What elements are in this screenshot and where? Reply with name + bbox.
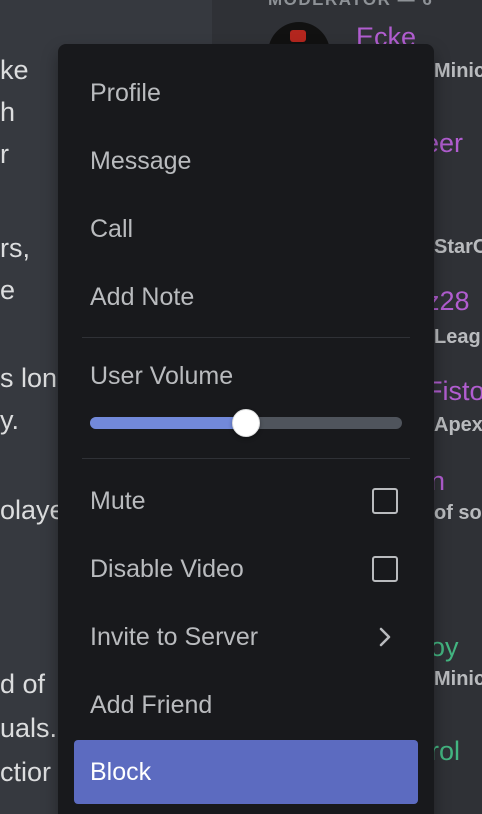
member-name[interactable]: Fisto	[426, 376, 482, 407]
menu-item-invite-to-server[interactable]: Invite to Server	[74, 608, 418, 666]
chat-text-fragment: ke	[0, 55, 29, 85]
menu-item-label: Block	[90, 757, 152, 786]
user-volume-slider[interactable]	[90, 409, 402, 437]
chat-text-fragment: y.	[0, 405, 19, 435]
chat-text-fragment: rs,	[0, 233, 30, 263]
member-activity: StarC	[434, 236, 482, 258]
member-name[interactable]: rol	[430, 736, 460, 767]
menu-separator	[82, 337, 410, 338]
menu-item-label: Message	[90, 146, 192, 175]
chat-text-fragment: s lon	[0, 363, 58, 393]
member-activity: Minic	[434, 668, 482, 690]
user-context-menu: Profile Message Call Add Note User Volum…	[58, 44, 434, 814]
member-activity: Leag	[434, 326, 481, 348]
chat-text-fragment: olaye	[0, 495, 65, 525]
menu-item-label: Add Friend	[90, 690, 213, 719]
menu-item-add-friend[interactable]: Add Friend	[74, 676, 418, 734]
menu-item-label: Add Note	[90, 282, 195, 311]
user-volume-slider-thumb[interactable]	[232, 409, 260, 437]
menu-item-label: Profile	[90, 78, 161, 107]
chat-text-fragment: d of	[0, 669, 46, 699]
member-activity: of so	[434, 502, 482, 524]
member-section-header: MODERATOR — 6	[268, 0, 433, 10]
menu-item-label: Disable Video	[90, 554, 244, 583]
menu-item-mute[interactable]: Mute	[74, 472, 418, 530]
user-volume-slider-fill	[90, 417, 246, 429]
menu-item-disable-video[interactable]: Disable Video	[74, 540, 418, 598]
member-activity: Minic	[434, 60, 482, 82]
menu-separator	[82, 458, 410, 459]
menu-item-add-note[interactable]: Add Note	[74, 268, 418, 326]
checkbox-icon[interactable]	[372, 556, 398, 582]
chevron-right-icon	[372, 624, 398, 650]
chat-text-fragment: e	[0, 275, 16, 305]
checkbox-icon[interactable]	[372, 488, 398, 514]
menu-item-profile[interactable]: Profile	[74, 64, 418, 122]
menu-item-message[interactable]: Message	[74, 132, 418, 190]
user-volume-label: User Volume	[90, 362, 234, 390]
chat-text-fragment: r	[0, 139, 9, 169]
member-name[interactable]: oy	[430, 632, 459, 663]
menu-item-call[interactable]: Call	[74, 200, 418, 258]
member-activity: Apex	[434, 414, 482, 436]
menu-item-label: Invite to Server	[90, 622, 259, 651]
chat-text-fragment: uals.	[0, 713, 58, 743]
menu-item-label: Call	[90, 214, 134, 243]
chat-text-fragment: ctior	[0, 757, 52, 787]
menu-item-block[interactable]: Block	[74, 740, 418, 804]
menu-item-label: Mute	[90, 486, 146, 515]
chat-text-fragment: h	[0, 97, 16, 127]
